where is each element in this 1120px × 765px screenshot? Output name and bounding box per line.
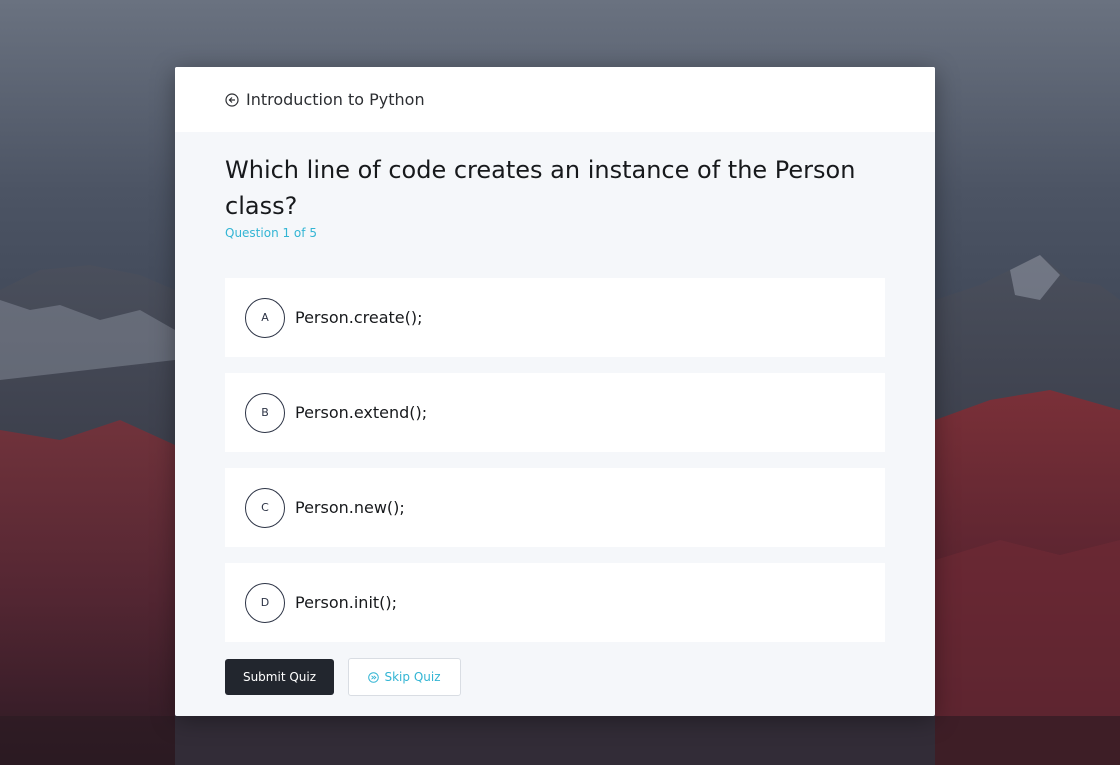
question-text: Which line of code creates an instance o… — [225, 156, 856, 220]
submit-quiz-button[interactable]: Submit Quiz — [225, 659, 334, 695]
option-text: Person.new(); — [295, 498, 405, 517]
quiz-card: Introduction to Python Which line of cod… — [175, 67, 935, 716]
course-title: Introduction to Python — [246, 90, 425, 109]
circle-arrow-icon — [225, 92, 239, 107]
answer-option-a[interactable]: A Person.create(); — [225, 278, 885, 357]
skip-quiz-label: Skip Quiz — [384, 670, 441, 684]
skip-forward-icon — [368, 671, 380, 683]
option-text: Person.init(); — [295, 593, 398, 612]
option-letter-badge: C — [245, 487, 285, 528]
option-letter-badge: B — [245, 392, 285, 433]
option-letter-badge: D — [245, 582, 285, 623]
question-progress: Question 1 of 5 — [225, 226, 317, 240]
answer-option-b[interactable]: B Person.extend(); — [225, 373, 885, 452]
answer-option-c[interactable]: C Person.new(); — [225, 468, 885, 547]
skip-quiz-button[interactable]: Skip Quiz — [348, 658, 461, 696]
option-text: Person.extend(); — [295, 403, 428, 422]
quiz-header: Introduction to Python — [175, 67, 935, 132]
answer-options: A Person.create(); B Person.extend(); C … — [225, 278, 885, 658]
option-text: Person.create(); — [295, 308, 423, 327]
quiz-actions: Submit Quiz Skip Quiz — [225, 658, 461, 696]
option-letter-badge: A — [245, 297, 285, 338]
answer-option-d[interactable]: D Person.init(); — [225, 563, 885, 642]
